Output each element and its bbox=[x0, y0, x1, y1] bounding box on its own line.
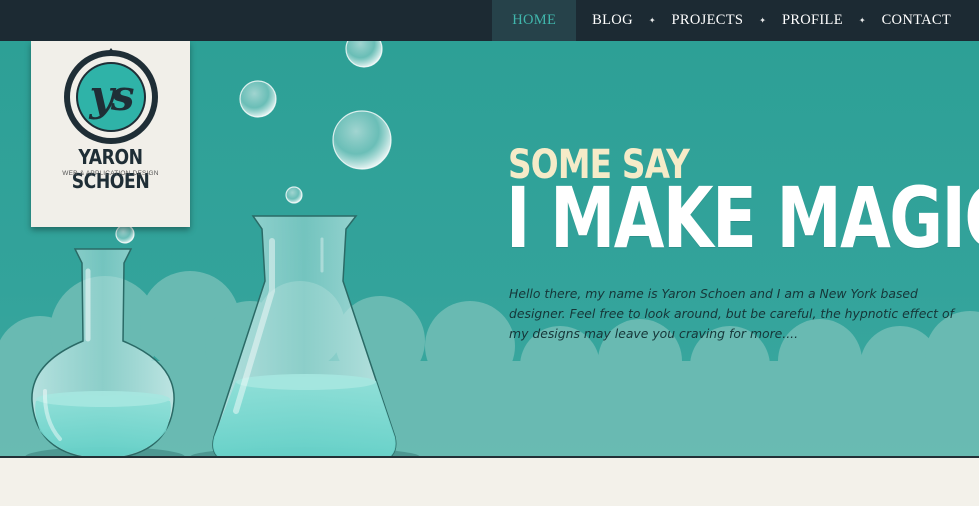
nav-separator-icon: ✦ bbox=[759, 16, 766, 25]
nav-menu: HOME BLOG ✦ PROJECTS ✦ PROFILE ✦ CONTACT bbox=[492, 0, 979, 41]
nav-item-home[interactable]: HOME bbox=[492, 0, 577, 41]
nav-label-home: HOME bbox=[512, 12, 557, 28]
nav-item-contact[interactable]: CONTACT bbox=[866, 0, 979, 41]
nav-separator-icon: ✦ bbox=[858, 16, 866, 25]
nav-item-blog[interactable]: BLOG bbox=[576, 0, 649, 41]
top-navigation: HOME BLOG ✦ PROJECTS ✦ PROFILE ✦ CONTACT bbox=[0, 0, 979, 42]
hero-headline: I MAKE MAGIC bbox=[506, 169, 979, 267]
hero-section: ys YARON SCHOEN WEB & APPLICATION DESIGN… bbox=[0, 41, 979, 456]
nav-label-projects: PROJECTS bbox=[671, 12, 744, 28]
nav-label-blog: BLOG bbox=[592, 12, 633, 28]
nav-item-projects[interactable]: PROJECTS bbox=[656, 0, 760, 41]
nav-label-profile: PROFILE bbox=[781, 12, 843, 28]
logo-monogram: ys bbox=[89, 71, 134, 120]
logo-name: YARON SCHOEN bbox=[71, 145, 150, 193]
floor-strip bbox=[0, 456, 979, 506]
logo-tagline: WEB & APPLICATION DESIGN bbox=[62, 170, 159, 177]
nav-separator-icon: ✦ bbox=[648, 16, 656, 25]
logo[interactable]: ys YARON SCHOEN WEB & APPLICATION DESIGN bbox=[31, 41, 190, 227]
hero-intro-text: Hello there, my name is Yaron Schoen and… bbox=[509, 286, 954, 341]
nav-label-contact: CONTACT bbox=[881, 12, 951, 28]
nav-item-profile[interactable]: PROFILE bbox=[766, 0, 859, 41]
